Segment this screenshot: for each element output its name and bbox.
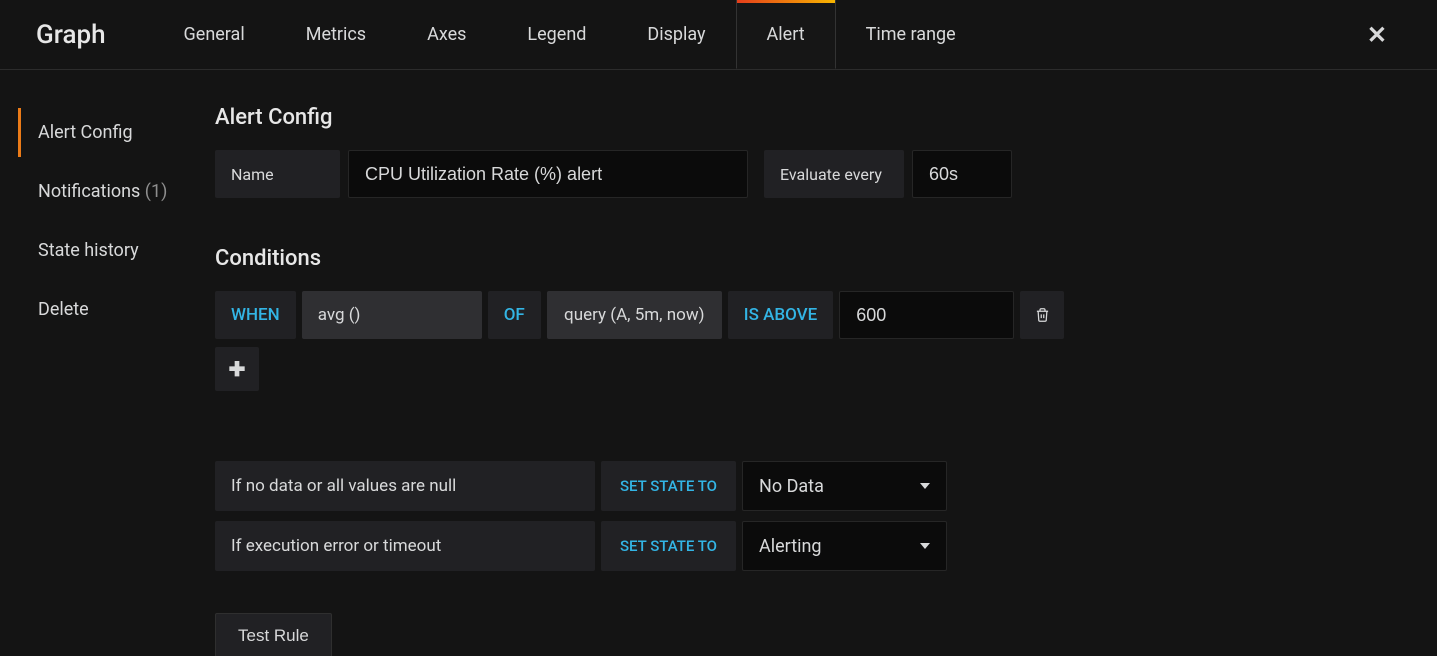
condition-of-keyword: OF: [488, 291, 541, 339]
plus-icon: ✚: [229, 357, 246, 381]
tab-alert[interactable]: Alert: [736, 0, 836, 69]
condition-reducer-select[interactable]: avg (): [302, 291, 482, 339]
sidebar-item-count: (1): [145, 181, 168, 202]
condition-row: WHEN avg () OF query (A, 5m, now) IS ABO…: [215, 291, 1417, 339]
condition-threshold-input[interactable]: [839, 291, 1014, 339]
condition-query-select[interactable]: query (A, 5m, now): [547, 291, 722, 339]
condition-when-keyword[interactable]: WHEN: [215, 291, 296, 339]
add-condition-button[interactable]: ✚: [215, 347, 259, 391]
nodata-label: If no data or all values are null: [215, 461, 595, 511]
condition-operator-select[interactable]: IS ABOVE: [728, 291, 833, 339]
evaluate-every-label: Evaluate every: [764, 150, 904, 198]
close-icon[interactable]: ✕: [1357, 21, 1397, 49]
nodata-state-row: If no data or all values are null SET ST…: [215, 461, 1417, 511]
chevron-down-icon: [920, 483, 930, 489]
error-set-state-label: SET STATE TO: [601, 521, 736, 571]
tab-metrics[interactable]: Metrics: [275, 0, 397, 69]
panel-type-title: Graph: [36, 20, 106, 50]
nodata-state-select[interactable]: No Data: [742, 461, 947, 511]
sidebar-item-alert-config[interactable]: Alert Config: [18, 108, 205, 157]
tab-time-range[interactable]: Time range: [835, 0, 987, 69]
tab-legend[interactable]: Legend: [496, 0, 617, 69]
section-header-conditions: Conditions: [215, 246, 1417, 271]
error-state-select[interactable]: Alerting: [742, 521, 947, 571]
alert-name-input[interactable]: [348, 150, 748, 198]
nodata-state-value: No Data: [759, 476, 824, 497]
error-state-value: Alerting: [759, 536, 822, 557]
name-label: Name: [215, 150, 340, 198]
chevron-down-icon: [920, 543, 930, 549]
section-header-alert-config: Alert Config: [215, 105, 1417, 130]
topbar-tabs: General Metrics Axes Legend Display Aler…: [154, 0, 1357, 69]
sidebar-item-label: Notifications: [38, 181, 140, 202]
tab-axes[interactable]: Axes: [396, 0, 497, 69]
condition-delete-button[interactable]: [1020, 291, 1064, 339]
sidebar-item-state-history[interactable]: State history: [18, 226, 205, 275]
topbar: Graph General Metrics Axes Legend Displa…: [0, 0, 1437, 70]
sidebar-item-delete[interactable]: Delete: [18, 285, 205, 334]
tab-general[interactable]: General: [153, 0, 276, 69]
sidebar: Alert Config Notifications (1) State his…: [0, 70, 205, 656]
error-label: If execution error or timeout: [215, 521, 595, 571]
nodata-set-state-label: SET STATE TO: [601, 461, 736, 511]
error-state-row: If execution error or timeout SET STATE …: [215, 521, 1417, 571]
evaluate-every-input[interactable]: [912, 150, 1012, 198]
tab-display[interactable]: Display: [616, 0, 736, 69]
trash-icon: [1035, 307, 1050, 323]
content: Alert Config Name Evaluate every Conditi…: [205, 70, 1437, 656]
sidebar-item-notifications[interactable]: Notifications (1): [18, 167, 205, 216]
test-rule-button[interactable]: Test Rule: [215, 613, 332, 656]
